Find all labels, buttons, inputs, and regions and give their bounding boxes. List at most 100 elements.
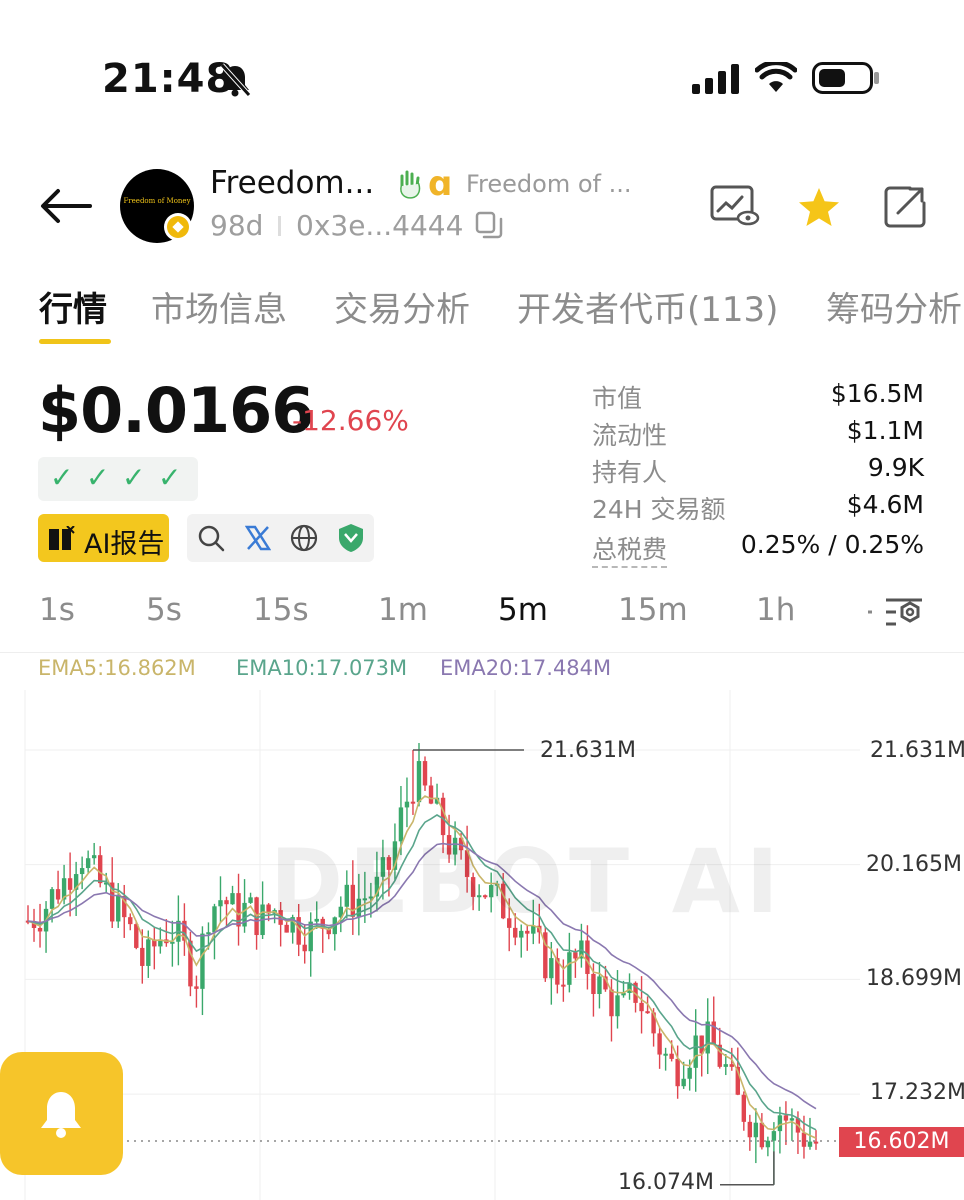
shield-logo-icon[interactable] [338,523,364,553]
stat-value-tax: 0.25% / 0.25% [740,530,924,559]
candle [404,801,410,808]
ema5-label: EMA5:16.862M [38,656,196,680]
candle [771,1131,777,1141]
ema20-label: EMA20:17.484M [440,656,612,680]
candle [91,855,97,859]
candlestick-chart[interactable] [0,680,964,1200]
check-icon: ✓ [86,461,110,494]
candle [687,1067,692,1079]
quick-links [187,514,374,562]
interval-1m[interactable]: 1m [378,592,428,628]
candle [79,868,85,875]
token-name: Freedom... [210,165,375,201]
tab-market-info[interactable]: 市场信息 [151,282,287,331]
candle [224,900,229,905]
waving-hand-icon [400,170,421,199]
alpha-icon: ɑ [428,164,453,204]
share-icon[interactable] [884,185,928,229]
alert-button[interactable] [0,1052,123,1175]
globe-icon[interactable] [290,524,318,552]
tab-trade-analysis[interactable]: 交易分析 [334,282,470,331]
stat-value-holders: 9.9K [867,453,924,482]
candle [428,785,434,804]
high-marker-label: 21.631M [540,738,636,763]
current-price-badge: 16.602M [839,1127,964,1157]
search-icon[interactable] [197,524,225,552]
low-marker-label: 16.074M [618,1170,714,1195]
token-address[interactable]: 0x3e...4444 [296,209,463,242]
candle [801,1132,807,1147]
tab-dev-tokens[interactable]: 开发者代币(113) [517,282,778,331]
stat-label-volume: 24H 交易额 [592,495,726,524]
candle [759,1122,765,1148]
stat-label-market-cap: 市值 [592,384,643,413]
candle [230,893,235,905]
candle [807,1141,813,1147]
candle [422,761,428,786]
token-age: 98d [210,209,264,242]
candle [681,1078,686,1087]
candle [140,947,145,966]
ai-report-label: AI报告 [84,529,165,560]
check-icon: ✓ [50,461,74,494]
token-price: $0.0166 [38,374,314,447]
signal-icon [692,64,739,94]
candle [729,1064,734,1067]
check-icon: ✓ [122,461,146,494]
candle [705,1021,710,1054]
price-change: -12.66% [292,404,409,437]
tab-chip-analysis[interactable]: 筹码分析 [826,282,962,331]
meta-divider [278,216,281,236]
bell-muted-icon [220,63,251,97]
stat-label-tax[interactable]: 总税费 [592,530,668,568]
tab-market[interactable]: 行情 [39,282,107,331]
copy-icon[interactable] [474,210,504,240]
back-arrow-icon[interactable] [40,188,92,224]
token-full-name: Freedom of ... [466,170,632,198]
candle [813,1141,819,1144]
stat-value-liquidity: $1.1M [846,416,924,445]
interval-15s[interactable]: 15s [253,592,309,628]
candle [777,1115,783,1132]
watch-chart-icon[interactable] [710,185,760,227]
candle [657,1033,662,1055]
candle [194,986,199,989]
candle [128,917,133,925]
candle [146,939,151,966]
bell-icon [41,1092,81,1138]
interval-1h[interactable]: 1h [756,592,795,628]
star-icon[interactable] [797,186,841,228]
safety-checks: ✓ ✓ ✓ ✓ [38,457,198,501]
candle [218,900,223,907]
ema10-label: EMA10:17.073M [236,656,408,680]
check-icon: ✓ [158,461,182,494]
candle [49,889,55,909]
y-tick-label: 20.165M [866,852,962,877]
stat-value-market-cap: $16.5M [830,379,924,408]
candle [591,973,596,995]
interval-1s[interactable]: 1s [39,592,75,628]
candle [753,1122,759,1138]
interval-5s[interactable]: 5s [146,592,182,628]
candle [55,889,61,900]
candle [248,897,253,903]
interval-5m[interactable]: 5m [498,592,548,628]
x-icon[interactable] [245,525,271,551]
chain-badge [164,213,192,241]
candle [693,1035,698,1068]
chart-settings-icon[interactable] [862,592,926,632]
candle [134,924,139,948]
book-icon [49,526,75,550]
candle [212,906,217,933]
candle [200,933,205,989]
candle [302,944,307,952]
ai-report-button[interactable]: AI报告 [38,514,169,562]
interval-15m[interactable]: 15m [618,592,688,628]
candle [741,1094,747,1122]
wifi-icon [755,62,797,92]
status-time: 21:48 [102,56,235,102]
candle [573,952,578,959]
candle [663,1053,668,1056]
candles [25,743,838,1186]
stat-value-volume: $4.6M [846,490,924,519]
